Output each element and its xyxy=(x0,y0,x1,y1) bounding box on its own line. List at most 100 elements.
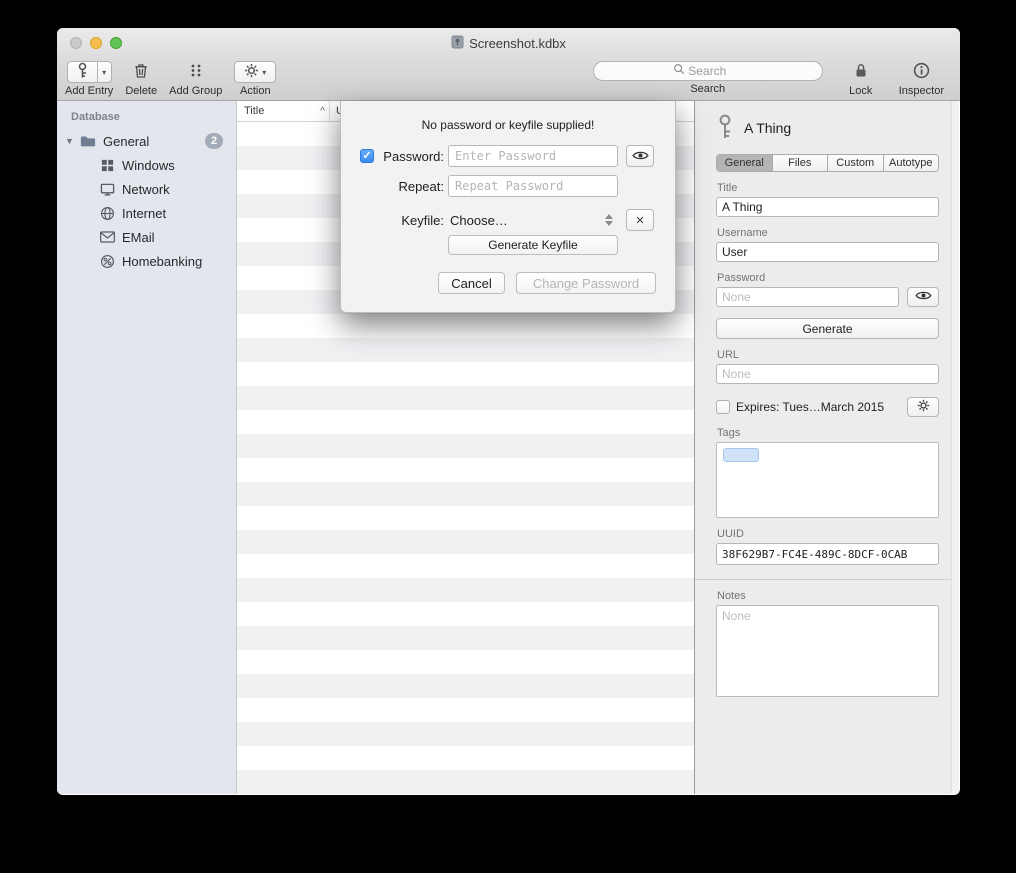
sidebar-section-header: Database xyxy=(57,109,236,129)
delete-label: Delete xyxy=(125,85,157,97)
sidebar-item-internet[interactable]: Internet xyxy=(57,201,236,225)
title-field[interactable] xyxy=(716,197,939,217)
uuid-label: UUID xyxy=(717,528,939,540)
vertical-scrollbar[interactable] xyxy=(951,101,959,794)
sidebar-item-homebanking[interactable]: Homebanking xyxy=(57,249,236,273)
close-button[interactable] xyxy=(70,37,82,49)
toolbar-item-delete: Delete xyxy=(125,61,157,97)
sidebar-item-label: Internet xyxy=(122,206,166,221)
group-icon xyxy=(188,62,204,82)
column-header-title[interactable]: Title ^ xyxy=(237,101,330,121)
chevron-down-icon: ▾ xyxy=(102,68,106,77)
popup-stepper-icon xyxy=(605,214,613,226)
banking-icon xyxy=(99,253,115,269)
toolbar-item-action: ▾ Action xyxy=(234,61,276,97)
toolbar-item-lock: Lock xyxy=(849,61,873,97)
sidebar-item-label: EMail xyxy=(122,230,155,245)
checkmark-icon: ✓ xyxy=(362,150,371,162)
url-field[interactable] xyxy=(716,364,939,384)
show-password-button[interactable] xyxy=(907,287,939,307)
dialog-message: No password or keyfile supplied! xyxy=(341,118,675,132)
inspector-button[interactable] xyxy=(909,61,934,83)
sidebar-item-email[interactable]: EMail xyxy=(57,225,236,249)
window-title: Screenshot.kdbx xyxy=(469,36,566,51)
add-group-label: Add Group xyxy=(169,85,222,97)
expires-checkbox[interactable] xyxy=(716,400,730,414)
repeat-password-input[interactable] xyxy=(448,175,618,197)
toolbar-item-add-group: Add Group xyxy=(169,61,222,97)
notes-field[interactable] xyxy=(716,605,939,697)
sidebar-item-windows[interactable]: Windows xyxy=(57,153,236,177)
globe-icon xyxy=(99,205,115,221)
add-entry-dropdown-button[interactable]: ▾ xyxy=(97,61,112,83)
tab-autotype[interactable]: Autotype xyxy=(884,155,939,171)
search-label: Search xyxy=(690,83,725,95)
gear-icon xyxy=(244,63,259,81)
action-button[interactable]: ▾ xyxy=(234,61,276,83)
keyfile-row: Keyfile: Choose… × xyxy=(360,208,675,232)
uuid-field[interactable] xyxy=(716,543,939,565)
cancel-button[interactable]: Cancel xyxy=(438,272,505,294)
show-password-button[interactable] xyxy=(626,145,654,167)
delete-button[interactable] xyxy=(129,61,153,83)
zoom-button[interactable] xyxy=(110,37,122,49)
password-field[interactable] xyxy=(716,287,899,307)
keyfile-popup[interactable]: Choose… xyxy=(448,213,618,228)
disclosure-triangle-icon[interactable]: ▼ xyxy=(65,136,80,146)
search-icon xyxy=(673,62,685,80)
sidebar: Database ▼ General 2 Windows xyxy=(57,101,237,794)
add-group-button[interactable] xyxy=(184,61,208,83)
sidebar-item-label: Windows xyxy=(122,158,175,173)
key-icon xyxy=(75,62,90,82)
tag-token[interactable] xyxy=(723,448,759,462)
add-entry-button[interactable] xyxy=(67,61,98,83)
generate-keyfile-button[interactable]: Generate Keyfile xyxy=(448,235,618,255)
password-input[interactable] xyxy=(448,145,618,167)
tab-custom[interactable]: Custom xyxy=(828,155,884,171)
generate-password-button[interactable]: Generate xyxy=(716,318,939,339)
add-entry-label: Add Entry xyxy=(65,85,113,97)
repeat-row: Repeat: xyxy=(360,174,675,198)
change-password-button[interactable]: Change Password xyxy=(516,272,656,294)
password-row: ✓ Password: xyxy=(360,144,675,168)
section-divider xyxy=(695,579,959,580)
entry-title: A Thing xyxy=(744,120,791,136)
app-window: Screenshot.kdbx ▾ Add Entry xyxy=(57,28,960,795)
lock-button[interactable] xyxy=(849,61,873,83)
eye-icon xyxy=(915,290,932,304)
expires-row: Expires: Tues…March 2015 xyxy=(716,397,939,417)
inspector-tabs: General Files Custom Autotype xyxy=(716,154,939,172)
url-field-label: URL xyxy=(717,349,939,361)
sidebar-item-network[interactable]: Network xyxy=(57,177,236,201)
titlebar: Screenshot.kdbx xyxy=(57,28,960,58)
screen: Screenshot.kdbx ▾ Add Entry xyxy=(0,0,1016,873)
tab-files[interactable]: Files xyxy=(773,155,829,171)
sidebar-item-label: Homebanking xyxy=(122,254,202,269)
tab-general[interactable]: General xyxy=(717,155,773,171)
keyfile-label: Keyfile: xyxy=(378,213,444,228)
windows-icon xyxy=(99,157,115,173)
sidebar-item-label: General xyxy=(103,134,149,149)
search-input[interactable] xyxy=(688,64,742,78)
notes-label: Notes xyxy=(717,590,939,602)
search-field[interactable] xyxy=(593,61,823,81)
sidebar-item-general[interactable]: ▼ General 2 xyxy=(57,129,236,153)
eye-icon xyxy=(632,148,649,165)
sort-ascending-icon: ^ xyxy=(320,106,325,117)
change-password-dialog: No password or keyfile supplied! ✓ Passw… xyxy=(340,101,676,313)
clear-icon: × xyxy=(636,212,645,229)
envelope-icon xyxy=(99,229,115,245)
entry-count-badge: 2 xyxy=(205,133,223,149)
minimize-button[interactable] xyxy=(90,37,102,49)
expires-label: Expires: Tues…March 2015 xyxy=(736,400,884,414)
lock-label: Lock xyxy=(849,85,872,97)
entry-header: A Thing xyxy=(716,115,939,141)
username-field[interactable] xyxy=(716,242,939,262)
keyfile-popup-value: Choose… xyxy=(450,213,508,228)
inspector-panel: A Thing General Files Custom Autotype Ti… xyxy=(695,101,959,794)
sidebar-item-label: Network xyxy=(122,182,170,197)
expires-options-button[interactable] xyxy=(907,397,939,417)
tags-field[interactable] xyxy=(716,442,939,518)
password-checkbox[interactable]: ✓ xyxy=(360,149,374,163)
clear-keyfile-button[interactable]: × xyxy=(626,209,654,231)
